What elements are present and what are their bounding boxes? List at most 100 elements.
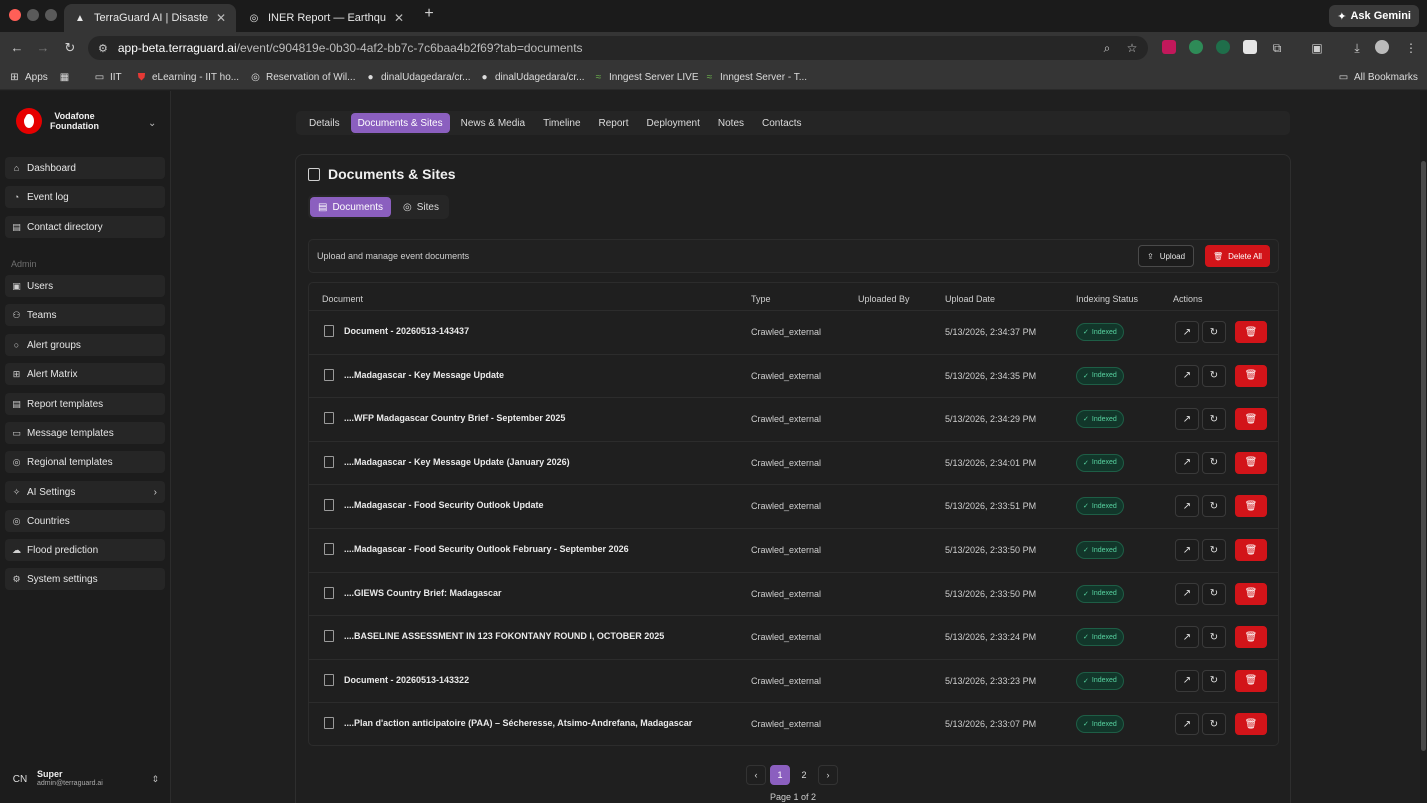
reindex-button[interactable]: ↻ — [1202, 626, 1226, 649]
next-page-button[interactable]: › — [818, 765, 838, 785]
sidebar-item-contact-directory[interactable]: ▤ Contact directory — [5, 216, 165, 238]
downloads-icon[interactable]: ⤓ — [1349, 40, 1365, 56]
previous-page-button[interactable]: ‹ — [746, 765, 766, 785]
close-tab-icon[interactable]: ✕ — [394, 11, 404, 25]
tab-sites[interactable]: ◎ Sites — [395, 197, 447, 217]
bookmark-grid[interactable]: ▦ — [59, 70, 70, 84]
sidebar-item-report-templates[interactable]: ▤ Report templates — [5, 393, 165, 415]
sidebar-item-teams[interactable]: ⚇ Teams — [5, 304, 165, 326]
open-external-button[interactable]: ↗ — [1175, 669, 1199, 692]
reload-icon[interactable]: ↻ — [62, 40, 78, 56]
reindex-button[interactable]: ↻ — [1202, 495, 1226, 518]
new-tab-icon[interactable]: + — [421, 6, 437, 22]
reindex-button[interactable]: ↻ — [1202, 539, 1226, 561]
maximize-window-button[interactable] — [45, 9, 57, 21]
tab-news-media[interactable]: News & Media — [454, 113, 532, 133]
document-cell[interactable]: ....BASELINE ASSESSMENT IN 123 FOKONTANY… — [324, 630, 664, 643]
chevron-down-icon[interactable]: ⌄ — [148, 118, 156, 129]
sidebar-item-alert-groups[interactable]: ○ Alert groups — [5, 334, 165, 356]
sidebar-item-event-log[interactable]: ◔ Event log — [5, 186, 165, 208]
browser-tab-terraguard[interactable]: ▲ TerraGuard AI | Disaster Risk ✕ — [64, 4, 236, 32]
tab-documents[interactable]: ▤ Documents — [310, 197, 392, 217]
sidebar-item-message-templates[interactable]: ▭ Message templates — [5, 422, 165, 444]
reindex-button[interactable]: ↻ — [1202, 669, 1226, 692]
sidebar-item-dashboard[interactable]: ⌂ Dashboard — [5, 157, 165, 179]
open-external-button[interactable]: ↗ — [1175, 364, 1199, 387]
scrollbar-thumb[interactable] — [1421, 161, 1426, 751]
delete-document-button[interactable]: 🗑 — [1235, 451, 1267, 474]
open-external-button[interactable]: ↗ — [1175, 713, 1199, 736]
user-menu[interactable]: CN Super admin@terraguard.ai ⇕ — [5, 765, 165, 793]
document-cell[interactable]: Document - 20260513-143322 — [324, 673, 469, 686]
open-external-button[interactable]: ↗ — [1175, 495, 1199, 518]
bookmark-iit-folder[interactable]: ▭ IIT — [94, 70, 122, 84]
extension-red-icon[interactable] — [1162, 40, 1176, 54]
open-external-button[interactable]: ↗ — [1175, 626, 1199, 649]
extension-openai-icon[interactable] — [1216, 40, 1230, 54]
document-cell[interactable]: ....Madagascar - Food Security Outlook F… — [324, 543, 629, 555]
close-window-button[interactable] — [9, 9, 21, 21]
minimize-window-button[interactable] — [27, 9, 39, 21]
close-tab-icon[interactable]: ✕ — [216, 11, 226, 25]
reindex-button[interactable]: ↻ — [1202, 582, 1226, 605]
delete-document-button[interactable]: 🗑 — [1235, 713, 1267, 736]
delete-document-button[interactable]: 🗑 — [1235, 582, 1267, 605]
sidebar-item-regional-templates[interactable]: ◎ Regional templates — [5, 451, 165, 473]
delete-all-button[interactable]: 🗑 Delete All — [1205, 245, 1270, 267]
extension-gem-icon[interactable] — [1189, 40, 1203, 54]
tab-deployment[interactable]: Deployment — [640, 113, 707, 133]
tab-documents-sites[interactable]: Documents & Sites — [350, 113, 450, 133]
page-2-button[interactable]: 2 — [794, 765, 814, 785]
org-switcher[interactable]: Vodafone Foundation — [16, 108, 99, 134]
bookmark-apps[interactable]: ⊞ Apps — [9, 70, 48, 84]
extensions-puzzle-icon[interactable]: ⧉ — [1269, 40, 1285, 56]
document-cell[interactable]: ....Plan d'action anticipatoire (PAA) – … — [324, 717, 692, 730]
document-cell[interactable]: ....Madagascar - Key Message Update — [324, 368, 504, 381]
document-cell[interactable]: ....WFP Madagascar Country Brief - Septe… — [324, 412, 565, 425]
tab-notes[interactable]: Notes — [711, 113, 751, 133]
extension-s-icon[interactable] — [1243, 40, 1257, 54]
open-external-button[interactable]: ↗ — [1175, 408, 1199, 431]
bookmark-github-1[interactable]: ● dinalUdagedara/cr... — [365, 70, 470, 84]
delete-document-button[interactable]: 🗑 — [1235, 364, 1267, 387]
reindex-button[interactable]: ↻ — [1202, 364, 1226, 387]
tab-timeline[interactable]: Timeline — [536, 113, 587, 133]
document-cell[interactable]: ....Madagascar - Key Message Update (Jan… — [324, 455, 570, 468]
browser-tab-iner-report[interactable]: ◎ INER Report — Earthquake in ✕ — [238, 4, 414, 32]
delete-document-button[interactable]: 🗑 — [1235, 626, 1267, 649]
back-arrow-icon[interactable]: ← — [9, 40, 25, 56]
open-external-button[interactable]: ↗ — [1175, 451, 1199, 474]
bookmark-elearning[interactable]: ⛊ eLearning - IIT ho... — [136, 70, 239, 84]
delete-document-button[interactable]: 🗑 — [1235, 321, 1267, 343]
bookmark-star-icon[interactable]: ☆ — [1124, 40, 1140, 56]
reindex-button[interactable]: ↻ — [1202, 321, 1226, 343]
delete-document-button[interactable]: 🗑 — [1235, 539, 1267, 561]
page-1-button[interactable]: 1 — [770, 765, 790, 785]
tab-contacts[interactable]: Contacts — [755, 113, 808, 133]
tab-details[interactable]: Details — [302, 113, 347, 133]
site-settings-icon[interactable]: ⚙ — [98, 42, 108, 55]
sidebar-item-ai-settings[interactable]: ✧ AI Settings › — [5, 481, 165, 503]
bookmark-reservation[interactable]: ◎ Reservation of Wil... — [250, 70, 355, 84]
open-external-button[interactable]: ↗ — [1175, 321, 1199, 343]
page-scrollbar[interactable] — [1420, 91, 1427, 803]
upload-button[interactable]: ⇪ Upload — [1138, 245, 1195, 267]
sidebar-item-alert-matrix[interactable]: ⊞ Alert Matrix — [5, 363, 165, 385]
browser-menu-icon[interactable]: ⋮ — [1403, 40, 1419, 56]
bookmark-inngest-live[interactable]: ≈ Inngest Server LIVE — [593, 70, 699, 84]
sidebar-item-flood-prediction[interactable]: ☁ Flood prediction — [5, 539, 165, 561]
address-bar[interactable]: ⚙ app-beta.terraguard.ai/event/c904819e-… — [88, 36, 1148, 60]
document-cell[interactable]: ....Madagascar - Food Security Outlook U… — [324, 499, 544, 512]
open-external-button[interactable]: ↗ — [1175, 539, 1199, 561]
sidebar-item-system-settings[interactable]: ⚙ System settings — [5, 568, 165, 590]
reindex-button[interactable]: ↻ — [1202, 408, 1226, 431]
all-bookmarks[interactable]: ▭ All Bookmarks — [1338, 70, 1418, 84]
reindex-button[interactable]: ↻ — [1202, 451, 1226, 474]
forward-arrow-icon[interactable]: → — [35, 40, 51, 56]
open-external-button[interactable]: ↗ — [1175, 582, 1199, 605]
sidebar-item-countries[interactable]: ◎ Countries — [5, 510, 165, 532]
bookmark-github-2[interactable]: ● dinalUdagedara/cr... — [479, 70, 584, 84]
document-cell[interactable]: ....GIEWS Country Brief: Madagascar — [324, 586, 502, 599]
reindex-button[interactable]: ↻ — [1202, 713, 1226, 736]
delete-document-button[interactable]: 🗑 — [1235, 408, 1267, 431]
